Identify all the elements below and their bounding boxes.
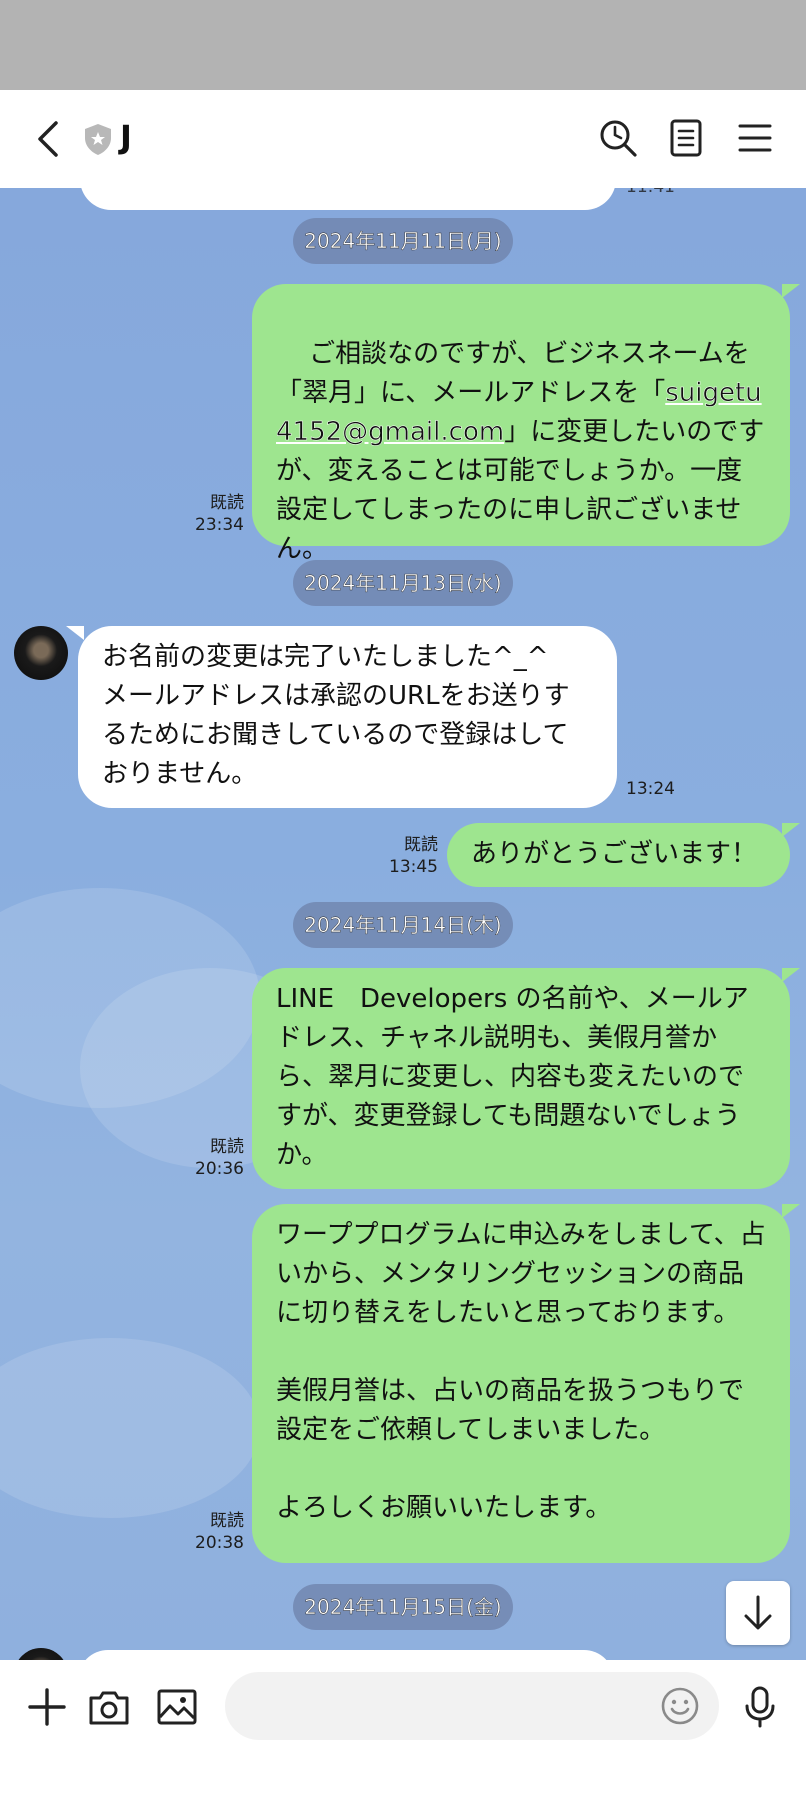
message-bubble-sent[interactable]: ワーププログラムに申込みをしまして、占いから、メンタリングセッションの商品に切り… — [252, 1204, 790, 1563]
menu-icon — [738, 124, 772, 152]
notes-icon — [670, 119, 702, 157]
camera-icon — [89, 1691, 129, 1725]
avatar[interactable] — [14, 626, 68, 680]
message-time: 23:34 — [195, 515, 244, 535]
read-label: 既読 — [404, 835, 438, 855]
bubble-tail — [66, 626, 84, 640]
chat-messages[interactable]: 11:41 2024年11月11日(月) ご相談なのですが、ビジネスネームを「翠… — [0, 188, 806, 1660]
message-time: 13:24 — [626, 779, 675, 799]
arrow-down-icon — [744, 1595, 772, 1630]
chat-header: J — [0, 90, 806, 188]
previous-message-bubble[interactable] — [80, 188, 616, 210]
read-label: 既読 — [210, 1137, 244, 1157]
read-label: 既読 — [210, 493, 244, 513]
message-bubble-sent[interactable]: ご相談なのですが、ビジネスネームを「翠月」に、メールアドレスを「suigetu4… — [252, 284, 790, 564]
date-separator: 2024年11月13日(水) — [293, 560, 513, 606]
read-receipt: 既読 23:34 — [182, 492, 244, 536]
chevron-left-icon — [38, 121, 58, 157]
date-separator: 2024年11月14日(木) — [293, 902, 513, 948]
message-input[interactable] — [225, 1672, 719, 1740]
plus-icon — [28, 1688, 66, 1726]
message-bubble-sent[interactable]: ありがとうございます！ — [447, 823, 790, 887]
date-separator: 2024年11月15日(金) — [293, 1584, 513, 1630]
previous-message-time: 11:41 — [626, 188, 676, 198]
avatar[interactable] — [14, 1648, 68, 1660]
bubble-tail — [782, 823, 800, 837]
next-message-bubble[interactable] — [78, 1650, 614, 1660]
message-time: 20:38 — [195, 1533, 244, 1553]
date-separator: 2024年11月11日(月) — [293, 218, 513, 264]
status-bar — [0, 0, 806, 90]
microphone-button[interactable] — [737, 1684, 783, 1730]
image-icon — [157, 1689, 197, 1725]
message-input-bar — [0, 1660, 806, 1795]
search-button[interactable] — [596, 116, 640, 160]
add-button[interactable] — [24, 1684, 70, 1730]
bubble-tail — [782, 284, 800, 298]
emoji-button[interactable] — [657, 1683, 703, 1729]
camera-button[interactable] — [86, 1684, 132, 1730]
menu-button[interactable] — [733, 116, 777, 160]
bubble-tail — [782, 1204, 800, 1218]
message-time: 13:45 — [389, 857, 438, 877]
notes-button[interactable] — [664, 116, 708, 160]
message-bubble-received[interactable]: お名前の変更は完了いたしました^_^ メールアドレスは承認のURLをお送りするた… — [78, 626, 617, 808]
microphone-icon — [745, 1686, 775, 1728]
message-bubble-sent[interactable]: LINE Developers の名前や、メールアドレス、チャネル説明も、美假月… — [252, 968, 790, 1189]
read-receipt: 既読 13:45 — [374, 834, 438, 878]
shield-icon — [82, 122, 114, 156]
image-button[interactable] — [154, 1684, 200, 1730]
search-clock-icon — [600, 120, 637, 157]
emoji-icon — [661, 1687, 699, 1725]
read-label: 既読 — [210, 1511, 244, 1531]
chat-title: J — [120, 118, 132, 156]
message-time: 20:36 — [195, 1159, 244, 1179]
background-cloud — [0, 1338, 260, 1518]
back-button[interactable] — [30, 117, 70, 161]
read-receipt: 既読 20:36 — [182, 1136, 244, 1180]
scroll-to-bottom-button[interactable] — [726, 1581, 790, 1645]
read-receipt: 既読 20:38 — [182, 1510, 244, 1554]
bubble-tail — [782, 968, 800, 982]
